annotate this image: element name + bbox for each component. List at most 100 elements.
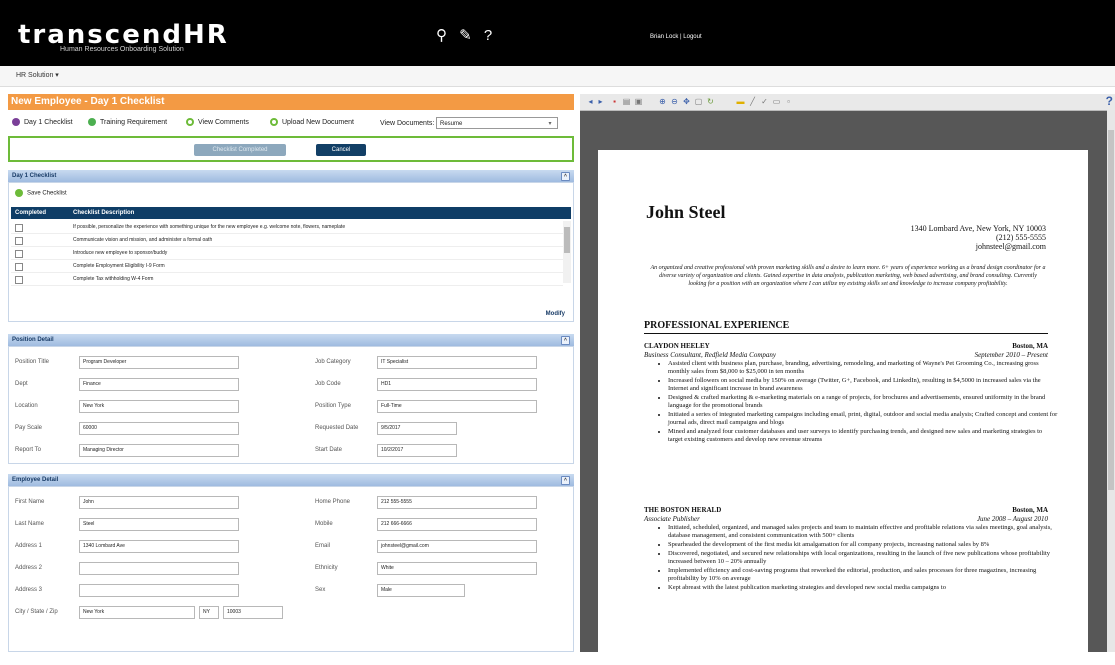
job-company: CLAYDON HEELEY	[644, 342, 710, 350]
view-documents-value: Resume	[440, 121, 463, 127]
highlight-icon[interactable]: ▬	[736, 97, 745, 106]
tab-upload-new-document[interactable]: Upload New Document	[270, 118, 354, 126]
collapse-icon[interactable]: ˄	[561, 172, 570, 181]
completed-checkbox[interactable]	[15, 250, 23, 258]
save-document-icon[interactable]: ▣	[634, 97, 643, 106]
stamp-icon[interactable]: ▫	[784, 97, 793, 106]
print-icon[interactable]: ▤	[622, 97, 631, 106]
rectangle-icon[interactable]: ▭	[772, 97, 781, 106]
save-checklist-label: Save Checklist	[27, 190, 67, 197]
completed-checkbox[interactable]	[15, 263, 23, 271]
mobile-input[interactable]: 212 666-6666	[377, 518, 537, 531]
last-name-input[interactable]: Steel	[79, 518, 239, 531]
help-icon[interactable]: ?	[484, 27, 492, 44]
position-title-input[interactable]: Program Developer	[79, 356, 239, 369]
first-name-label: First Name	[15, 499, 45, 505]
pan-icon[interactable]: ✥	[682, 97, 691, 106]
sex-input[interactable]: Male	[377, 584, 465, 597]
city-state-zip-label: City / State / Zip	[15, 609, 58, 615]
scrollbar-thumb[interactable]	[564, 227, 570, 253]
job-category-label: Job Category	[315, 359, 351, 365]
tag-icon[interactable]: ✎	[459, 27, 472, 44]
save-checklist-button[interactable]: Save Checklist	[15, 189, 67, 197]
job-code-input[interactable]: HD1	[377, 378, 537, 391]
fit-page-icon[interactable]: ▢	[694, 97, 703, 106]
completed-checkbox[interactable]	[15, 224, 23, 232]
job-header: CLAYDON HEELEY Boston, MA	[644, 342, 1048, 350]
next-page-icon[interactable]: ▸	[596, 97, 605, 106]
view-documents-select[interactable]: Resume ▾	[436, 117, 558, 129]
requested-date-label: Requested Date	[315, 425, 359, 431]
hr-solution-menu[interactable]: HR Solution ▾	[16, 71, 59, 79]
home-phone-input[interactable]: 212 555-5555	[377, 496, 537, 509]
position-type-input[interactable]: Full-Time	[377, 400, 537, 413]
tab-day1-checklist[interactable]: Day 1 Checklist	[12, 118, 73, 126]
scrollbar-thumb[interactable]	[1108, 130, 1114, 490]
column-header-completed: Completed	[15, 210, 47, 216]
job-bullets: Assisted client with business plan, purc…	[660, 360, 1058, 445]
collapse-icon[interactable]: ˄	[561, 476, 570, 485]
ethnicity-label: Ethnicity	[315, 565, 338, 571]
address3-input[interactable]	[79, 584, 239, 597]
tab-view-comments[interactable]: View Comments	[186, 118, 249, 126]
employee-section-body: First Name John Last Name Steel Address …	[8, 486, 574, 652]
city-input[interactable]: New York	[79, 606, 195, 619]
pay-scale-input[interactable]: 60000	[79, 422, 239, 435]
report-to-label: Report To	[15, 447, 41, 453]
report-to-input[interactable]: Managing Director	[79, 444, 239, 457]
view-documents-label: View Documents:	[380, 120, 435, 127]
viewer-help-icon[interactable]: ?	[1106, 94, 1113, 108]
training-icon	[88, 118, 96, 126]
save-icon	[15, 189, 23, 197]
collapse-icon[interactable]: ˄	[561, 336, 570, 345]
user-name-link[interactable]: Brian Lock	[650, 34, 678, 40]
first-name-input[interactable]: John	[79, 496, 239, 509]
rotate-icon[interactable]: ↻	[706, 97, 715, 106]
tab-label: View Comments	[198, 118, 249, 126]
list-item: Assisted client with business plan, purc…	[668, 360, 1058, 376]
ethnicity-input[interactable]: White	[377, 562, 537, 575]
checklist-completed-button[interactable]: Checklist Completed	[194, 144, 286, 156]
checkmark-icon[interactable]: ✓	[760, 97, 769, 106]
position-section-header[interactable]: Position Detail ˄	[8, 334, 574, 346]
chevron-down-icon: ▾	[548, 121, 552, 127]
day1-section-header[interactable]: Day 1 Checklist ˄	[8, 170, 574, 182]
logout-link[interactable]: Logout	[683, 34, 701, 40]
list-item: Initiated a series of integrated marketi…	[668, 411, 1058, 427]
dept-input[interactable]: Finance	[79, 378, 239, 391]
zoom-in-icon[interactable]: ⊕	[658, 97, 667, 106]
start-date-input[interactable]: 10/2/2017	[377, 444, 457, 457]
employee-section-title: Employee Detail	[12, 477, 59, 483]
pen-icon[interactable]: ╱	[748, 97, 757, 106]
employee-section-header[interactable]: Employee Detail ˄	[8, 474, 574, 486]
zoom-out-icon[interactable]: ⊖	[670, 97, 679, 106]
list-item: Designed & crafted marketing & e-marketi…	[668, 394, 1058, 410]
viewer-scrollbar[interactable]	[1107, 110, 1115, 652]
completed-checkbox[interactable]	[15, 276, 23, 284]
tab-training-requirement[interactable]: Training Requirement	[88, 118, 167, 126]
address2-input[interactable]	[79, 562, 239, 575]
comments-icon	[186, 118, 194, 126]
resume-summary: An organized and creative professional w…	[650, 265, 1046, 287]
requested-date-input[interactable]: 9/5/2017	[377, 422, 457, 435]
completed-checkbox[interactable]	[15, 237, 23, 245]
email-input[interactable]: johnsteel@gmail.com	[377, 540, 537, 553]
address1-input[interactable]: 1340 Lombard Ave	[79, 540, 239, 553]
position-section-body: Position Title Program Developer Dept Fi…	[8, 346, 574, 464]
pdf-icon[interactable]: ▪	[610, 97, 619, 106]
table-row: Complete Tax withholding W-4 Form	[11, 273, 563, 286]
location-input[interactable]: New York	[79, 400, 239, 413]
zip-input[interactable]: 10003	[223, 606, 283, 619]
modify-link[interactable]: Modify	[546, 311, 565, 317]
location-label: Location	[15, 403, 38, 409]
state-input[interactable]: NY	[199, 606, 219, 619]
checklist-description: If possible, personalize the experience …	[73, 224, 346, 230]
cancel-button[interactable]: Cancel	[316, 144, 366, 156]
address3-label: Address 3	[15, 587, 43, 593]
job-category-input[interactable]: IT Specialist	[377, 356, 537, 369]
job-role: Associate Publisher	[644, 515, 700, 523]
run-icon[interactable]: ⚲	[436, 27, 447, 44]
checklist-scrollbar[interactable]	[563, 221, 571, 283]
previous-page-icon[interactable]: ◂	[586, 97, 595, 106]
document-viewer: ◂ ▸ ▪ ▤ ▣ ⊕ ⊖ ✥ ▢ ↻ ▬ ╱ ✓ ▭ ▫ ? John Ste…	[580, 94, 1115, 652]
